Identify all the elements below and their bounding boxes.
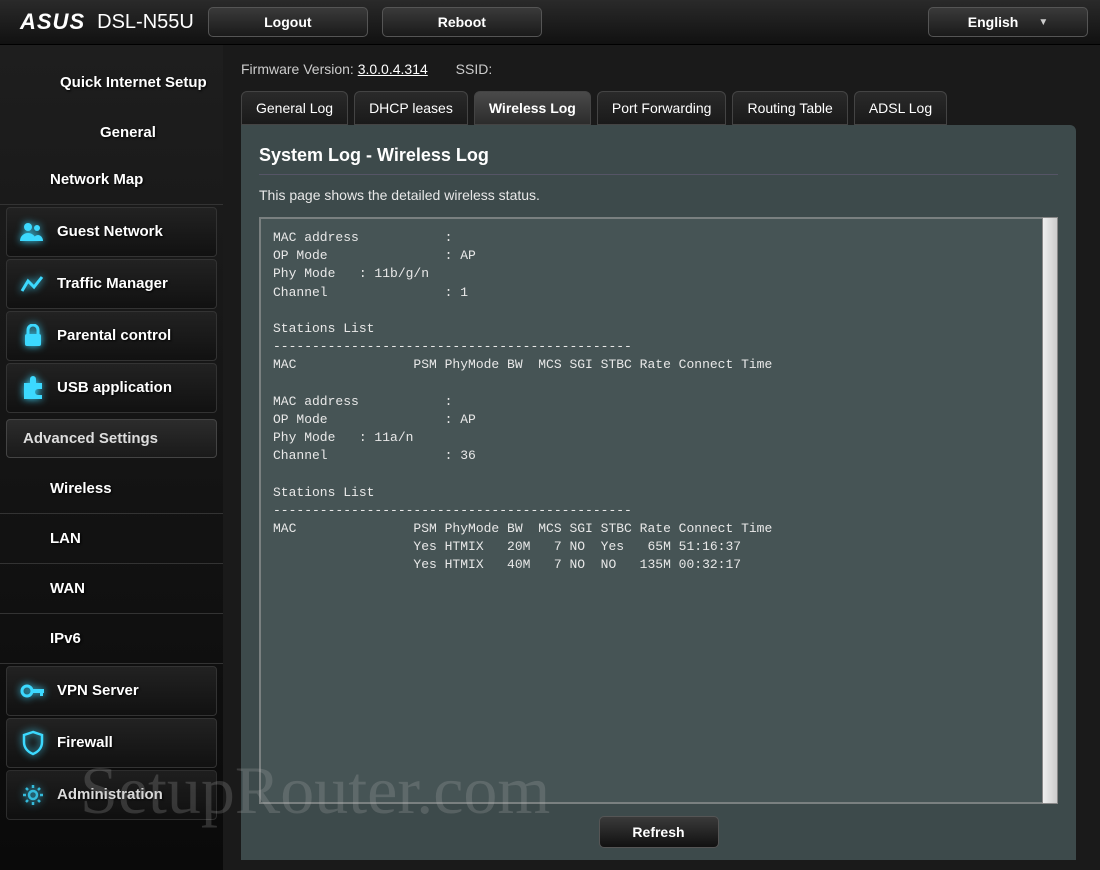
sidebar-item-traffic-manager[interactable]: Traffic Manager	[6, 259, 217, 309]
divider	[259, 174, 1058, 175]
tab-dhcp-leases[interactable]: DHCP leases	[354, 91, 468, 125]
sidebar-item-firewall[interactable]: Firewall	[6, 718, 217, 768]
reboot-button[interactable]: Reboot	[382, 7, 542, 37]
tab-port-forwarding[interactable]: Port Forwarding	[597, 91, 727, 125]
tab-general-log[interactable]: General Log	[241, 91, 348, 125]
sidebar-item-wireless[interactable]: Wireless	[0, 464, 223, 514]
firmware-label: Firmware Version:	[241, 61, 354, 77]
sidebar-item-label: Guest Network	[57, 223, 163, 240]
page-subtitle: This page shows the detailed wireless st…	[259, 187, 1058, 203]
key-icon	[17, 675, 49, 707]
chevron-down-icon: ▼	[1038, 17, 1048, 28]
ssid-label: SSID:	[456, 61, 493, 77]
scrollbar[interactable]	[1042, 217, 1058, 804]
sidebar-item-label: Administration	[57, 786, 163, 803]
sidebar: Quick Internet Setup General Network Map…	[0, 45, 223, 870]
sidebar-item-ipv6[interactable]: IPv6	[0, 614, 223, 664]
firmware-line: Firmware Version: 3.0.0.4.314 SSID:	[241, 61, 1076, 77]
tab-adsl-log[interactable]: ADSL Log	[854, 91, 947, 125]
sidebar-item-guest-network[interactable]: Guest Network	[6, 207, 217, 257]
language-selector[interactable]: English ▼	[928, 7, 1088, 37]
sidebar-item-label: Traffic Manager	[57, 275, 168, 292]
main-content: Firmware Version: 3.0.0.4.314 SSID: Gene…	[223, 45, 1100, 870]
tabs: General Log DHCP leases Wireless Log Por…	[241, 91, 1076, 125]
puzzle-icon	[17, 372, 49, 404]
sidebar-item-vpn-server[interactable]: VPN Server	[6, 666, 217, 716]
model-name: DSL-N55U	[97, 11, 194, 34]
logout-button[interactable]: Logout	[208, 7, 368, 37]
log-textarea[interactable]: MAC address : OP Mode : AP Phy Mode : 11…	[259, 217, 1042, 804]
sidebar-item-parental-control[interactable]: Parental control	[6, 311, 217, 361]
firmware-version[interactable]: 3.0.0.4.314	[358, 61, 428, 77]
chart-icon	[17, 268, 49, 300]
shield-icon	[17, 727, 49, 759]
sidebar-item-general[interactable]: General	[0, 111, 223, 155]
sidebar-item-wan[interactable]: WAN	[0, 564, 223, 614]
gear-icon	[17, 779, 49, 811]
refresh-button[interactable]: Refresh	[599, 816, 719, 848]
sidebar-item-label: Parental control	[57, 327, 171, 344]
lock-icon	[17, 320, 49, 352]
sidebar-item-usb-application[interactable]: USB application	[6, 363, 217, 413]
page-title: System Log - Wireless Log	[259, 145, 1058, 166]
sidebar-item-network-map[interactable]: Network Map	[0, 155, 223, 205]
sidebar-item-label: Firewall	[57, 734, 113, 751]
sidebar-item-quick-setup[interactable]: Quick Internet Setup	[0, 55, 223, 111]
tab-wireless-log[interactable]: Wireless Log	[474, 91, 591, 125]
brand-logo: ASUS	[20, 9, 85, 35]
language-label: English	[968, 14, 1019, 30]
users-icon	[17, 216, 49, 248]
panel: System Log - Wireless Log This page show…	[241, 125, 1076, 860]
tab-routing-table[interactable]: Routing Table	[732, 91, 847, 125]
sidebar-item-label: VPN Server	[57, 682, 139, 699]
sidebar-item-label: USB application	[57, 379, 172, 396]
topbar: ASUS DSL-N55U Logout Reboot English ▼	[0, 0, 1100, 45]
sidebar-item-administration[interactable]: Administration	[6, 770, 217, 820]
sidebar-item-lan[interactable]: LAN	[0, 514, 223, 564]
sidebar-header-advanced: Advanced Settings	[6, 419, 217, 458]
